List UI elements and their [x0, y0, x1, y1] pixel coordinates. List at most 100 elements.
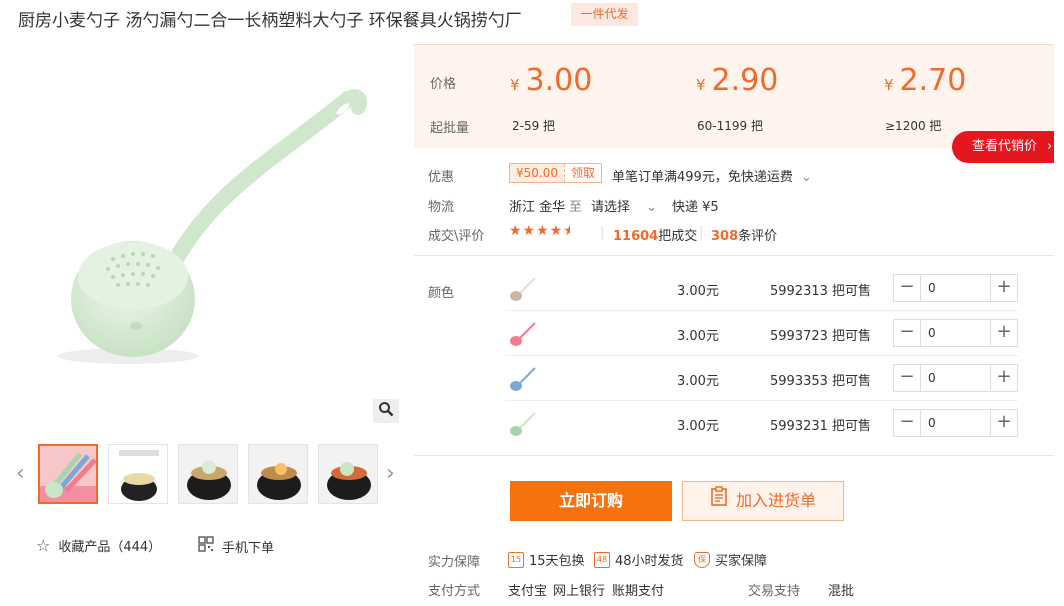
qty-label: 起批量 [430, 121, 470, 136]
coupon-amount: ¥50.00 [510, 164, 564, 182]
qr-code-icon [198, 536, 214, 556]
promo-description[interactable]: 单笔订单满499元，免快递运费 ⌄ [612, 166, 812, 185]
divider [414, 255, 1054, 256]
thumbnail-strip: ‹ › [16, 444, 402, 504]
color-label: 颜色 [428, 286, 455, 301]
logistics-label: 物流 [428, 200, 455, 215]
increment-button[interactable]: + [990, 320, 1017, 346]
sku-price: 3.00元 [677, 419, 719, 434]
sku-stock: 5992313 把可售 [770, 284, 872, 299]
payment-method: 网上银行 [553, 584, 606, 599]
sku-price: 3.00元 [677, 374, 719, 389]
chevron-right-icon: › [1047, 139, 1053, 154]
price-label: 价格 [430, 77, 457, 92]
add-to-cart-button[interactable]: 加入进货单 [682, 481, 844, 521]
zoom-button[interactable] [373, 399, 399, 423]
divider [414, 455, 1054, 456]
chevron-down-icon: ⌄ [800, 170, 812, 185]
sku-price: 3.00元 [677, 284, 719, 299]
guarantee-item[interactable]: 48 48小时发货 [594, 550, 684, 569]
trade-support-value: 混批 [828, 584, 855, 599]
rating-stars: ★★★★★ [509, 223, 570, 239]
quantity-stepper: − + [893, 409, 1018, 437]
truck-icon: 48 [594, 551, 610, 568]
guarantee-label: 实力保障 [428, 555, 481, 570]
quantity-stepper: − + [893, 319, 1018, 347]
increment-button[interactable]: + [990, 365, 1017, 391]
sku-stock: 5993231 把可售 [770, 419, 872, 434]
sku-row: 3.00元 5993231 把可售 − + [505, 401, 1018, 446]
deal-count[interactable]: 11604把成交 [613, 225, 697, 244]
tier-price: ¥2.90 [696, 63, 779, 98]
thumbnail[interactable] [248, 444, 308, 504]
chevron-left-icon[interactable]: ‹ [16, 460, 30, 488]
favorite-product[interactable]: ☆ 收藏产品 （444） [36, 536, 161, 555]
sku-thumbnail[interactable] [507, 319, 537, 349]
tier-price: ¥3.00 [510, 63, 593, 98]
coupon[interactable]: ¥50.00 领取 [509, 163, 603, 183]
sku-price: 3.00元 [677, 329, 719, 344]
sku-row: 3.00元 5992313 把可售 − + [505, 266, 1018, 311]
thumbnail[interactable] [108, 444, 168, 504]
coupon-get-button[interactable]: 领取 [564, 164, 601, 182]
decrement-button[interactable]: − [894, 410, 921, 436]
favorite-count: （444） [110, 540, 162, 555]
sku-row: 3.00元 5993353 把可售 − + [505, 356, 1018, 401]
magnifier-icon [378, 401, 394, 421]
payment-label: 支付方式 [428, 584, 481, 599]
decrement-button[interactable]: − [894, 365, 921, 391]
quantity-input[interactable] [921, 275, 990, 301]
thumbnail[interactable] [38, 444, 98, 504]
favorite-label: 收藏产品 [58, 540, 111, 555]
payment-method: 支付宝 [508, 584, 548, 599]
decrement-button[interactable]: − [894, 275, 921, 301]
mobile-order[interactable]: 手机下单 [198, 536, 274, 556]
sku-row: 3.00元 5993723 把可售 − + [505, 311, 1018, 356]
tier-range: 60-1199 把 [697, 119, 763, 133]
quantity-input[interactable] [921, 320, 990, 346]
price-panel: 价格 起批量 ¥3.00 2-59 把 ¥2.90 60-1199 把 ¥2.7… [414, 44, 1054, 148]
logistics-to: 至 [569, 200, 583, 215]
promo-label: 优惠 [428, 170, 455, 185]
dropship-badge[interactable]: 一件代发 [571, 3, 638, 26]
sku-stock: 5993723 把可售 [770, 329, 872, 344]
chevron-right-icon[interactable]: › [386, 460, 400, 488]
thumbnail[interactable] [178, 444, 238, 504]
star-outline-icon: ☆ [36, 536, 51, 555]
tier-range: ≥1200 把 [885, 119, 942, 133]
express-fee: 快递 ¥5 [672, 200, 719, 215]
product-title: 厨房小麦勺子 汤勺漏勺二合一长柄塑料大勺子 环保餐具火锅捞勺厂 [18, 11, 522, 31]
chevron-down-icon: ⌄ [646, 200, 658, 215]
divider: | [699, 225, 704, 240]
sku-stock: 5993353 把可售 [770, 374, 872, 389]
shield-icon: 保 [694, 551, 710, 568]
guarantee-item[interactable]: 保 买家保障 [694, 550, 767, 569]
increment-button[interactable]: + [990, 275, 1017, 301]
main-product-image[interactable] [18, 44, 402, 428]
calendar-icon: 15 [508, 551, 524, 568]
decrement-button[interactable]: − [894, 320, 921, 346]
destination-select[interactable]: 请选择 ⌄ [591, 196, 657, 215]
quantity-input[interactable] [921, 410, 990, 436]
guarantee-item[interactable]: 15 15天包换 [508, 550, 585, 569]
sku-thumbnail[interactable] [507, 364, 537, 394]
quantity-stepper: − + [893, 364, 1018, 392]
increment-button[interactable]: + [990, 410, 1017, 436]
quantity-stepper: − + [893, 274, 1018, 302]
logistics-origin: 浙江 金华 [509, 200, 566, 215]
reviews-label: 成交\评价 [428, 229, 485, 244]
tier-price: ¥2.70 [884, 63, 967, 98]
clipboard-icon [710, 482, 728, 520]
mobile-order-label: 手机下单 [222, 540, 275, 556]
thumbnail[interactable] [318, 444, 378, 504]
order-now-button[interactable]: 立即订购 [510, 481, 672, 521]
divider: | [600, 225, 605, 240]
sku-thumbnail[interactable] [507, 274, 537, 304]
trade-support-label: 交易支持 [748, 584, 801, 599]
tier-range: 2-59 把 [512, 119, 556, 133]
review-count[interactable]: 308条评价 [711, 225, 777, 244]
sku-thumbnail[interactable] [507, 409, 537, 439]
payment-method: 账期支付 [612, 584, 665, 599]
view-reseller-price-button[interactable]: 查看代销价 › [952, 131, 1054, 163]
quantity-input[interactable] [921, 365, 990, 391]
